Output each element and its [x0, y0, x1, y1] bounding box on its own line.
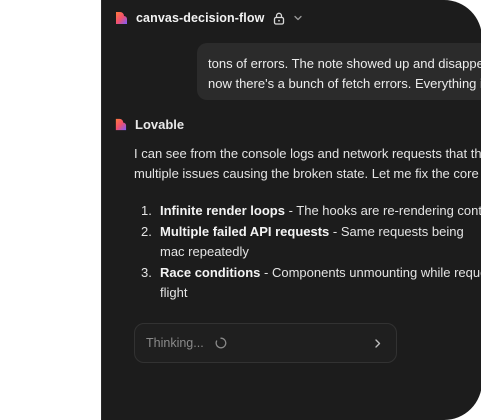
thinking-status[interactable]: Thinking...: [134, 323, 397, 363]
list-item: 2. Multiple failed API requests - Same r…: [134, 222, 481, 263]
user-message-line: tons of errors. The note showed up and d…: [208, 56, 481, 71]
list-item-number: 3.: [141, 264, 152, 280]
lovable-heart-icon: [116, 12, 127, 24]
issue-list: 1. Infinite render loops - The hooks are…: [134, 201, 481, 304]
lock-icon: [274, 12, 285, 25]
list-item-title: Race conditions: [160, 264, 261, 280]
user-message-bubble: tons of errors. The note showed up and d…: [197, 43, 481, 100]
chat-panel: canvas-decision-flow tons of errors. The…: [101, 0, 481, 420]
project-name[interactable]: canvas-decision-flow: [136, 11, 264, 25]
assistant-intro-line: I can see from the console logs and netw…: [134, 146, 481, 161]
chevron-down-icon[interactable]: [293, 13, 303, 23]
list-item-body: Infinite render loops - The hooks are re…: [160, 201, 481, 222]
list-item-number: 2.: [141, 223, 152, 239]
list-item: 1. Infinite render loops - The hooks are…: [134, 201, 481, 222]
assistant-intro-line: multiple issues causing the broken state…: [134, 166, 481, 181]
assistant-name: Lovable: [135, 117, 185, 132]
list-item-title: Infinite render loops: [160, 203, 285, 218]
user-message-line: now there's a bunch of fetch errors. Eve…: [208, 76, 481, 91]
spinner-icon: [215, 337, 227, 349]
lovable-heart-icon: [115, 118, 127, 131]
assistant-intro: I can see from the console logs and netw…: [134, 144, 481, 184]
list-item: 3. Race conditions - Components unmounti…: [134, 263, 481, 304]
list-item-body: Multiple failed API requests - Same requ…: [160, 222, 481, 263]
thinking-label: Thinking...: [146, 336, 204, 350]
list-item-body: Race conditions - Components unmounting …: [160, 263, 481, 304]
chevron-right-icon[interactable]: [373, 338, 382, 349]
list-item-text: - The hooks are re-rendering contir: [284, 203, 481, 218]
list-item-number: 1.: [141, 203, 152, 218]
project-header[interactable]: canvas-decision-flow: [114, 8, 303, 28]
list-item-title: Multiple failed API requests: [160, 223, 330, 239]
assistant-header: Lovable: [114, 117, 184, 132]
